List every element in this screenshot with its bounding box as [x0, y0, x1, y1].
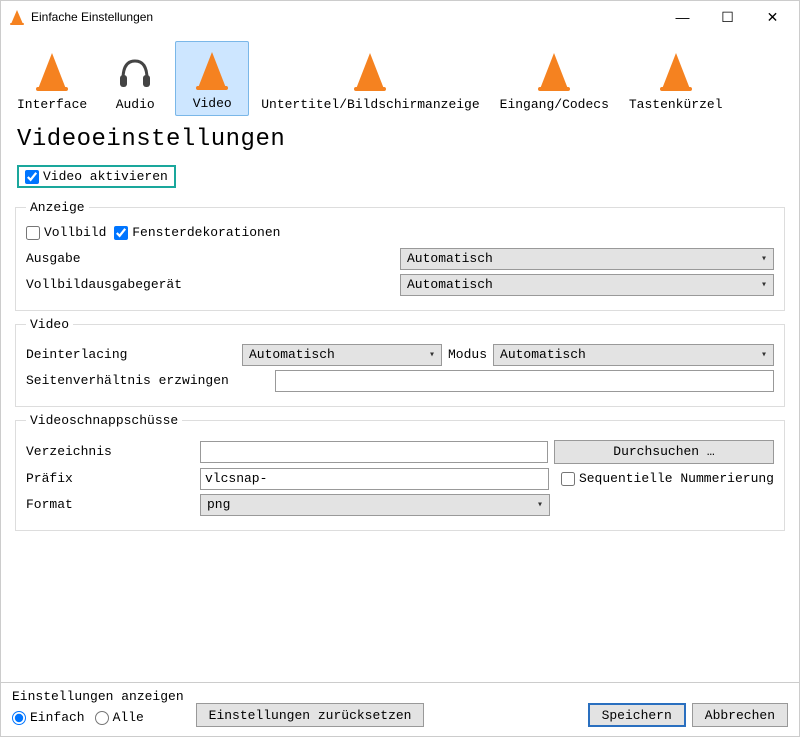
bottom-bar: Einstellungen anzeigen Einfach Alle Eins…	[0, 682, 800, 737]
cone-disc-icon	[526, 49, 582, 93]
window-decorations-checkbox[interactable]	[114, 226, 128, 240]
titlebar: Einfache Einstellungen — ☐ ✕	[1, 1, 799, 33]
show-simple-radio[interactable]	[12, 711, 26, 725]
video-activate-highlight: Video aktivieren	[17, 165, 176, 188]
snapshot-dir-label: Verzeichnis	[26, 444, 194, 459]
group-snapshots: Videoschnappschüsse Verzeichnis Durchsuc…	[15, 413, 785, 531]
deinterlacing-combo[interactable]: Automatisch	[242, 344, 442, 366]
show-settings-label: Einstellungen anzeigen	[12, 689, 184, 704]
group-snapshots-legend: Videoschnappschüsse	[26, 413, 182, 428]
video-activate-checkbox[interactable]	[25, 170, 39, 184]
tab-video[interactable]: Video	[175, 41, 249, 116]
snapshot-format-label: Format	[26, 497, 194, 512]
browse-button[interactable]: Durchsuchen …	[554, 440, 774, 464]
deinterlacing-label: Deinterlacing	[26, 347, 236, 362]
save-button[interactable]: Speichern	[588, 703, 686, 727]
tab-interface[interactable]: Interface	[9, 43, 95, 116]
vlc-app-icon	[9, 9, 25, 25]
tab-input-codecs[interactable]: Eingang/Codecs	[492, 43, 617, 116]
tab-hotkeys[interactable]: Tastenkürzel	[621, 43, 731, 116]
deinterlacing-mode-label: Modus	[448, 347, 487, 362]
window-decorations-label: Fensterdekorationen	[132, 225, 280, 240]
fullscreen-label: Vollbild	[44, 225, 106, 240]
page-title: Videoeinstellungen	[17, 126, 785, 153]
close-button[interactable]: ✕	[750, 3, 795, 31]
fullscreen-checkbox[interactable]	[26, 226, 40, 240]
group-display: Anzeige Vollbild Fensterdekorationen Aus…	[15, 200, 785, 311]
window-title: Einfache Einstellungen	[31, 10, 660, 24]
fullscreen-device-label: Vollbildausgabegerät	[26, 277, 394, 292]
minimize-button[interactable]: —	[660, 3, 705, 31]
reset-button[interactable]: Einstellungen zurücksetzen	[196, 703, 425, 727]
snapshot-prefix-input[interactable]	[200, 468, 549, 490]
group-display-legend: Anzeige	[26, 200, 89, 215]
group-video: Video Deinterlacing Automatisch Modus Au…	[15, 317, 785, 407]
output-combo[interactable]: Automatisch	[400, 248, 774, 270]
cone-speech-icon	[342, 49, 398, 93]
aspect-ratio-label: Seitenverhältnis erzwingen	[26, 373, 269, 388]
category-tabs: Interface Audio Video Untertitel/Bildsch…	[1, 33, 799, 116]
show-all-radio[interactable]	[95, 711, 109, 725]
cancel-button[interactable]: Abbrechen	[692, 703, 788, 727]
fullscreen-device-combo[interactable]: Automatisch	[400, 274, 774, 296]
group-video-legend: Video	[26, 317, 73, 332]
video-activate-label: Video aktivieren	[43, 169, 168, 184]
snapshot-format-combo[interactable]: png	[200, 494, 550, 516]
deinterlacing-mode-combo[interactable]: Automatisch	[493, 344, 774, 366]
sequential-numbering-label: Sequentielle Nummerierung	[579, 471, 774, 486]
sequential-numbering-checkbox[interactable]	[561, 472, 575, 486]
tab-audio[interactable]: Audio	[99, 43, 171, 116]
output-label: Ausgabe	[26, 251, 394, 266]
cone-icon	[24, 49, 80, 93]
settings-pane: Videoeinstellungen Video aktivieren Anze…	[1, 126, 799, 531]
snapshot-dir-input[interactable]	[200, 441, 548, 463]
snapshot-prefix-label: Präfix	[26, 471, 194, 486]
tab-subtitles[interactable]: Untertitel/Bildschirmanzeige	[253, 43, 487, 116]
show-settings-group: Einstellungen anzeigen Einfach Alle	[12, 689, 184, 727]
aspect-ratio-input[interactable]	[275, 370, 774, 392]
cone-gears-icon	[648, 49, 704, 93]
cone-glasses-icon	[184, 48, 240, 92]
headphones-icon	[107, 49, 163, 93]
maximize-button[interactable]: ☐	[705, 3, 750, 31]
